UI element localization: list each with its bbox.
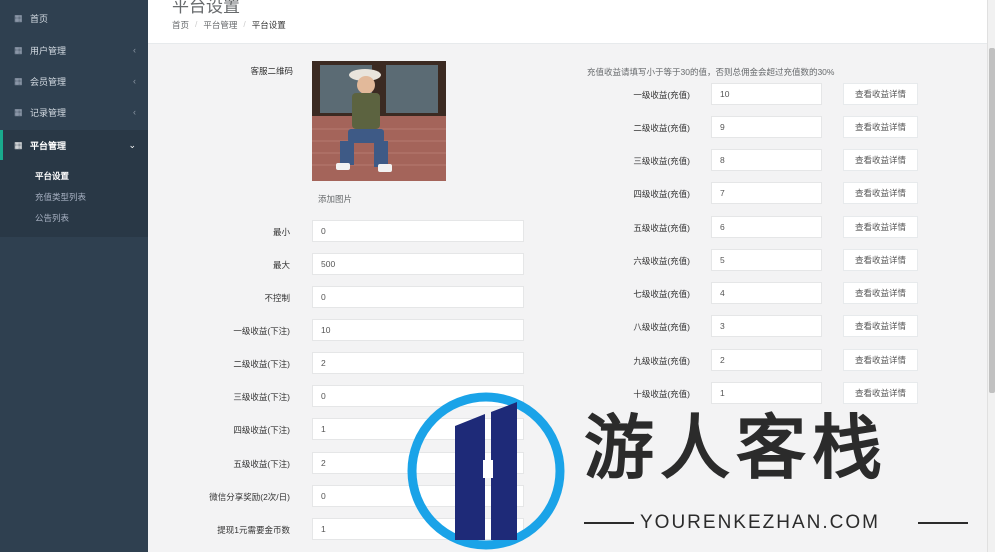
chevron-left-icon: ‹ — [133, 76, 136, 86]
view-earnings-detail-button[interactable]: 查看收益详情 — [843, 83, 918, 105]
sidebar: ▦ 首页 ▦ 用户管理 ‹ ▦ 会员管理 ‹ ▦ 记录管理 ‹ ▦ 平台管理 ⌄… — [0, 0, 148, 552]
breadcrumb: 首页 / 平台管理 / 平台设置 — [172, 19, 286, 31]
sidebar-item-home[interactable]: ▦ 首页 — [0, 3, 148, 34]
field-label-max: 最大 — [272, 260, 290, 270]
sidebar-item-label: 用户管理 — [30, 46, 67, 56]
submenu-item-recharge-types[interactable]: 充值类型列表 — [0, 187, 148, 208]
field-label-no-control: 不控制 — [264, 293, 290, 303]
field-label-bet-level-3: 三级收益(下注) — [233, 392, 290, 402]
field-input-recharge-level-6[interactable]: 5 — [711, 249, 822, 271]
qr-image[interactable] — [312, 61, 446, 181]
view-earnings-detail-button[interactable]: 查看收益详情 — [843, 282, 918, 304]
sidebar-item-label: 会员管理 — [30, 77, 67, 87]
field-label-recharge-level-8: 八级收益(充值) — [633, 322, 690, 332]
watermark-divider — [584, 522, 634, 524]
field-input-no-control[interactable]: 0 — [312, 286, 524, 308]
field-input-recharge-level-2[interactable]: 9 — [711, 116, 822, 138]
grid-icon: ▦ — [14, 45, 23, 55]
breadcrumb-current: 平台设置 — [251, 20, 286, 30]
sidebar-item-users[interactable]: ▦ 用户管理 ‹ — [0, 35, 148, 66]
field-label-recharge-level-3: 三级收益(充值) — [633, 156, 690, 166]
view-earnings-detail-button[interactable]: 查看收益详情 — [843, 315, 918, 337]
sidebar-item-label: 首页 — [30, 14, 49, 24]
field-label-recharge-level-5: 五级收益(充值) — [633, 223, 690, 233]
field-input-recharge-level-9[interactable]: 2 — [711, 349, 822, 371]
field-label-bet-level-4: 四级收益(下注) — [233, 425, 290, 435]
sidebar-submenu: 平台设置 充值类型列表 公告列表 — [0, 160, 148, 237]
field-label-recharge-level-1: 一级收益(充值) — [633, 90, 690, 100]
watermark-logo-icon — [407, 392, 565, 550]
breadcrumb-separator: / — [243, 19, 246, 29]
field-label-bet-level-2: 二级收益(下注) — [233, 359, 290, 369]
watermark-divider — [918, 522, 968, 524]
grid-icon: ▦ — [14, 76, 23, 86]
field-input-bet-level-1[interactable]: 10 — [312, 319, 524, 341]
view-earnings-detail-button[interactable]: 查看收益详情 — [843, 349, 918, 371]
page-scrollbar[interactable] — [987, 0, 995, 552]
qr-photo — [312, 61, 446, 181]
field-label-recharge-level-6: 六级收益(充值) — [633, 256, 690, 266]
watermark-subtitle: YOURENKEZHAN.COM — [640, 512, 880, 533]
field-input-recharge-level-5[interactable]: 6 — [711, 216, 822, 238]
breadcrumb-home[interactable]: 首页 — [172, 19, 189, 31]
sidebar-item-members[interactable]: ▦ 会员管理 ‹ — [0, 66, 148, 97]
scrollbar-thumb[interactable] — [989, 48, 995, 393]
field-input-bet-level-2[interactable]: 2 — [312, 352, 524, 374]
field-input-recharge-level-7[interactable]: 4 — [711, 282, 822, 304]
chevron-left-icon: ‹ — [133, 45, 136, 55]
sidebar-item-platform[interactable]: ▦ 平台管理 ⌄ — [0, 130, 148, 160]
add-image-link[interactable]: 添加图片 — [318, 193, 352, 205]
sidebar-item-records[interactable]: ▦ 记录管理 ‹ — [0, 97, 148, 128]
field-label-recharge-level-4: 四级收益(充值) — [633, 189, 690, 199]
field-label-min: 最小 — [272, 227, 290, 237]
field-label-withdraw-coins: 提现1元需要金币数 — [217, 525, 290, 535]
field-label-recharge-level-7: 七级收益(充值) — [633, 289, 690, 299]
submenu-item-platform-settings[interactable]: 平台设置 — [0, 166, 148, 187]
field-label-recharge-level-9: 九级收益(充值) — [633, 356, 690, 366]
view-earnings-detail-button[interactable]: 查看收益详情 — [843, 116, 918, 138]
view-earnings-detail-button[interactable]: 查看收益详情 — [843, 249, 918, 271]
view-earnings-detail-button[interactable]: 查看收益详情 — [843, 216, 918, 238]
sidebar-item-label: 记录管理 — [30, 108, 67, 118]
breadcrumb-platform[interactable]: 平台管理 — [203, 19, 237, 31]
field-label-bet-level-5: 五级收益(下注) — [233, 459, 290, 469]
grid-icon: ▦ — [14, 13, 23, 23]
recharge-notice: 充值收益请填写小于等于30的值，否则总佣金会超过充值数的30% — [587, 67, 835, 77]
grid-icon: ▦ — [14, 107, 23, 117]
field-label-wechat-share: 微信分享奖励(2次/日) — [209, 492, 290, 502]
watermark-title: 游人客栈 — [584, 406, 888, 489]
sidebar-group-platform: ▦ 平台管理 ⌄ 平台设置 充值类型列表 公告列表 — [0, 130, 148, 237]
field-input-recharge-level-3[interactable]: 8 — [711, 149, 822, 171]
field-input-recharge-level-1[interactable]: 10 — [711, 83, 822, 105]
field-input-max[interactable]: 500 — [312, 253, 524, 275]
chevron-left-icon: ‹ — [133, 107, 136, 117]
chevron-down-icon: ⌄ — [128, 140, 136, 150]
view-earnings-detail-button[interactable]: 查看收益详情 — [843, 149, 918, 171]
field-input-recharge-level-8[interactable]: 3 — [711, 315, 822, 337]
submenu-item-announcements[interactable]: 公告列表 — [0, 208, 148, 229]
breadcrumb-separator: / — [195, 19, 198, 29]
sidebar-item-label: 平台管理 — [30, 140, 67, 151]
field-label-recharge-level-2: 二级收益(充值) — [633, 123, 690, 133]
qr-label: 客服二维码 — [250, 66, 293, 76]
field-input-min[interactable]: 0 — [312, 220, 524, 242]
view-earnings-detail-button[interactable]: 查看收益详情 — [843, 182, 918, 204]
page-header: 平台设置 首页 / 平台管理 / 平台设置 — [148, 0, 987, 44]
field-input-recharge-level-4[interactable]: 7 — [711, 182, 822, 204]
grid-icon: ▦ — [14, 139, 23, 150]
field-label-bet-level-1: 一级收益(下注) — [233, 326, 290, 336]
page-title: 平台设置 — [172, 0, 240, 16]
